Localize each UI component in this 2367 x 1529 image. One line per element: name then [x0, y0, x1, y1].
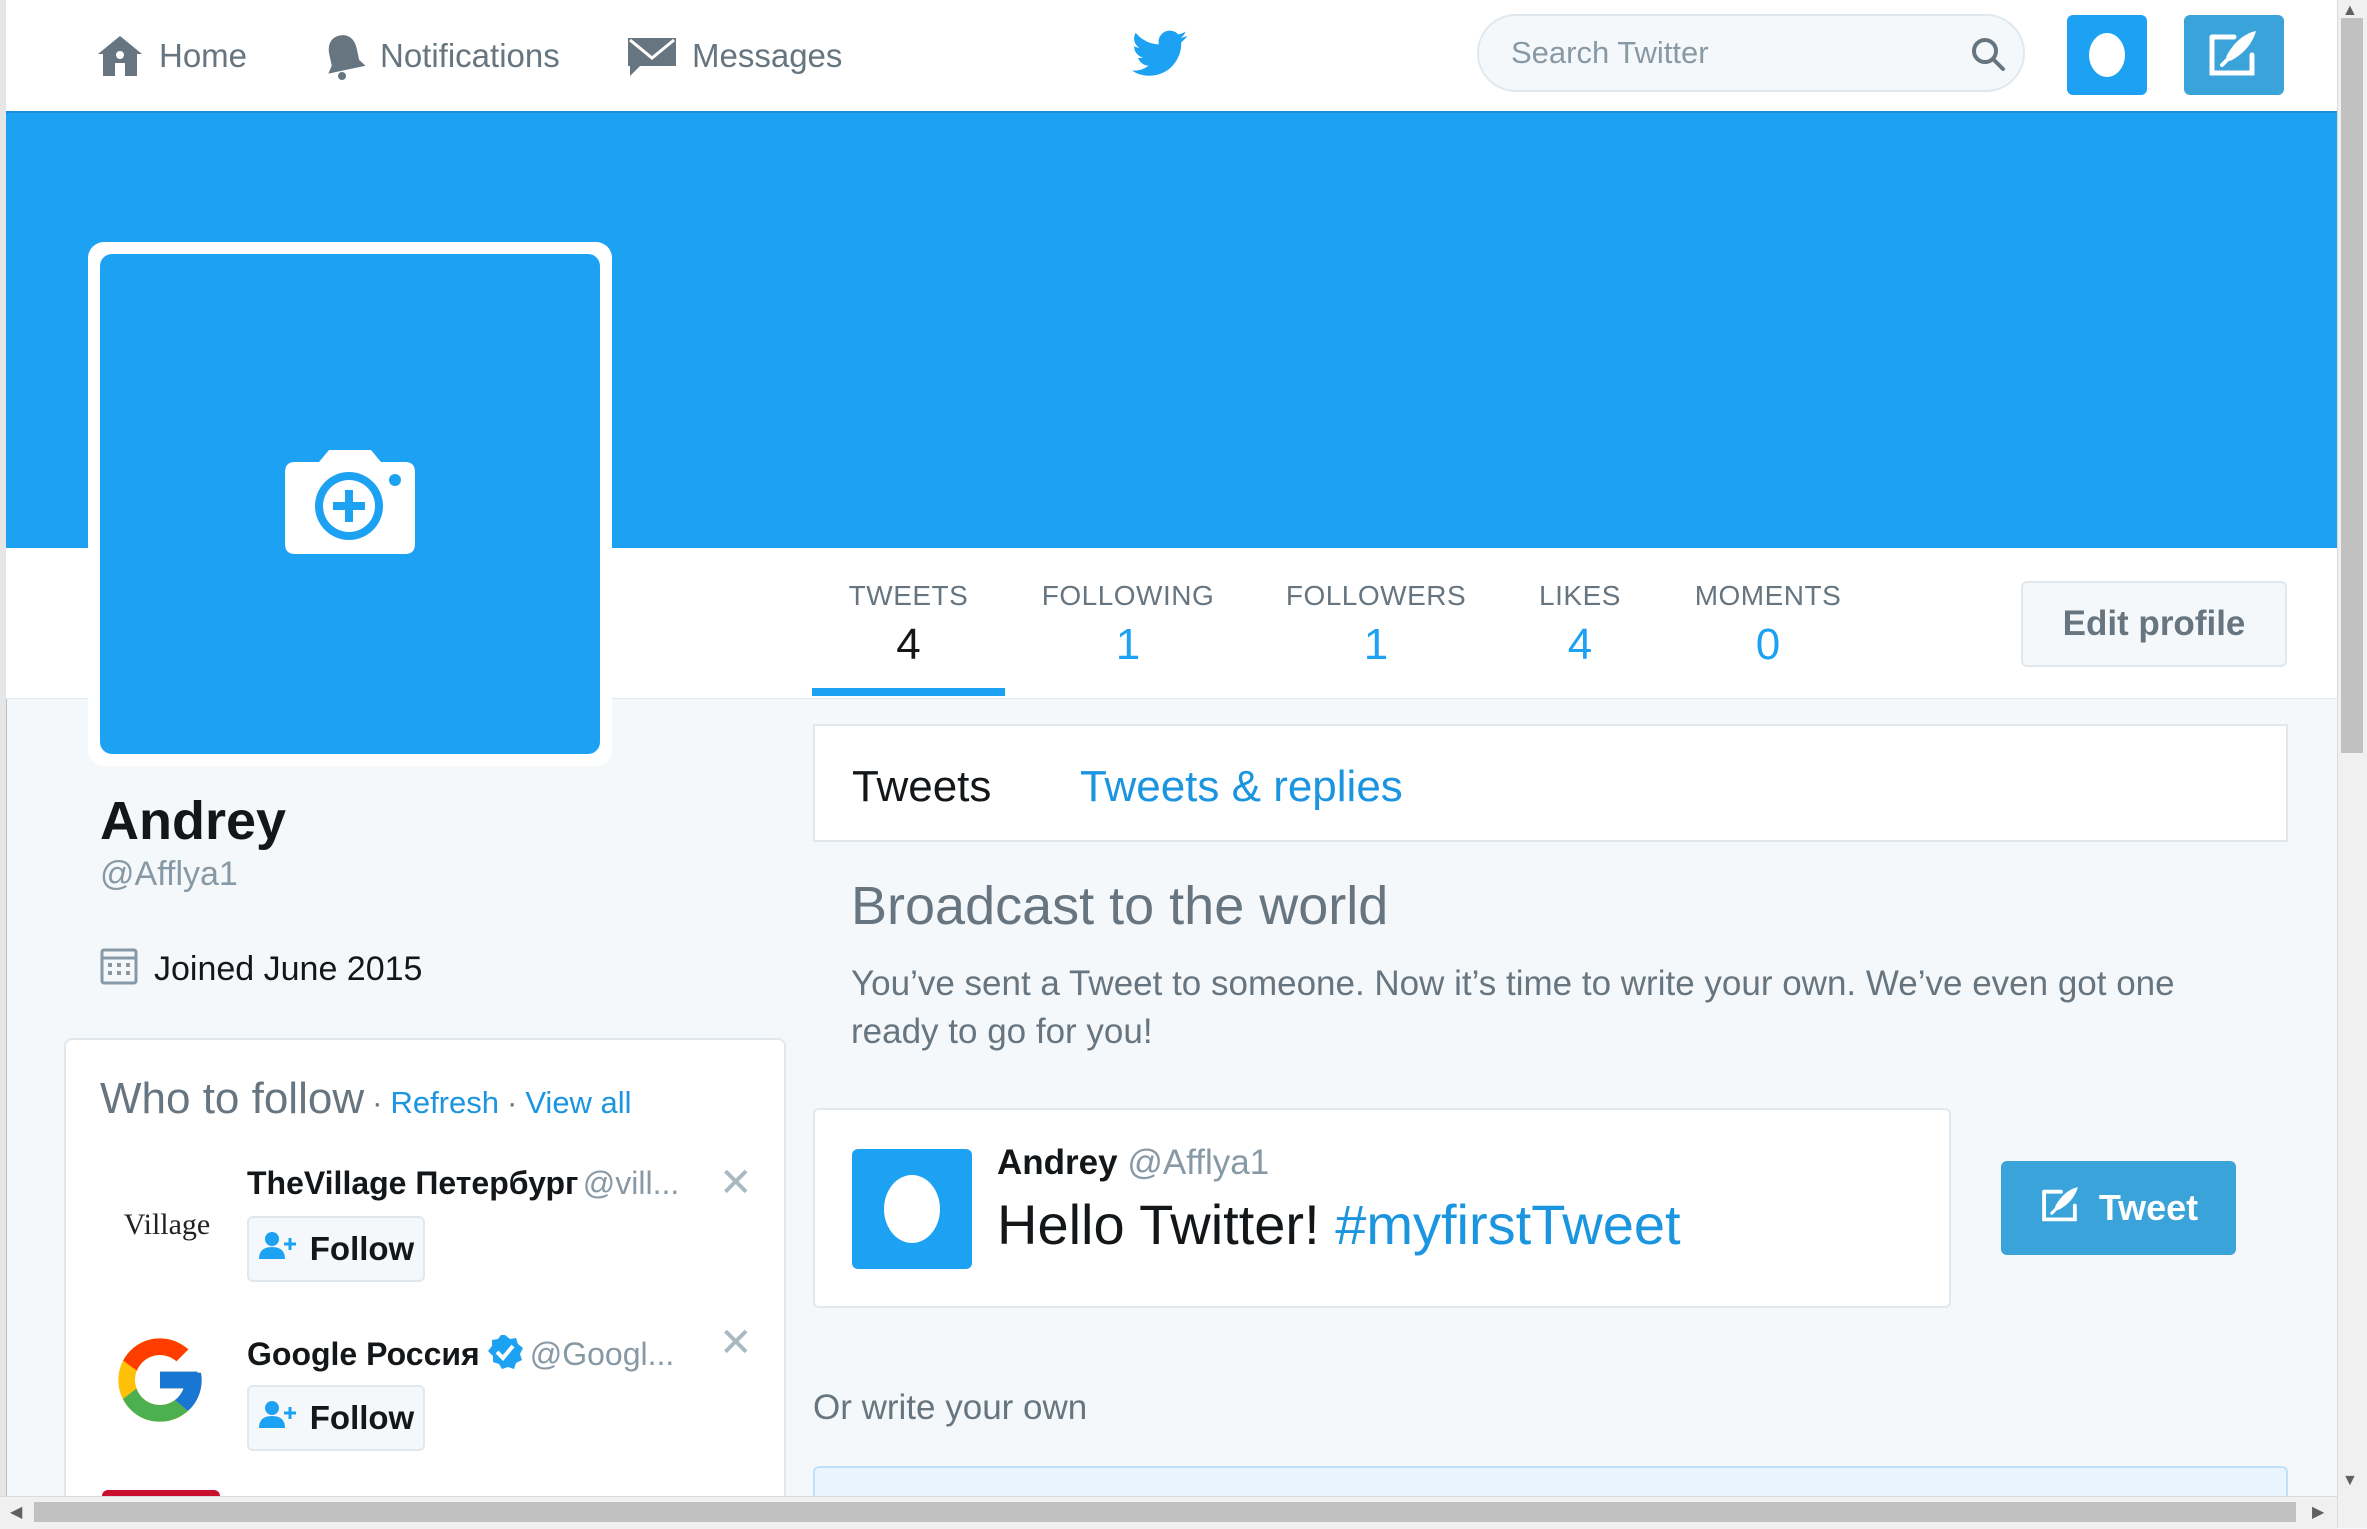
twitter-bird-icon[interactable]	[1132, 30, 1188, 83]
who-to-follow-title: Who to follow	[100, 1074, 365, 1123]
stat-followers[interactable]: FOLLOWERS 1	[1271, 580, 1481, 670]
stat-moments[interactable]: MOMENTS 0	[1688, 580, 1848, 670]
bell-icon	[322, 31, 366, 81]
village-logo-text: Village	[123, 1208, 211, 1241]
tweet-author-name: Andrey	[997, 1143, 1118, 1182]
village-logo[interactable]: Village	[108, 1190, 226, 1260]
timeline-tabs	[813, 724, 2288, 842]
scroll-left-arrow-icon[interactable]: ◀	[10, 1502, 22, 1522]
tweet-text: Hello Twitter! #myfirstTweet	[997, 1192, 1681, 1257]
stat-moments-value: 0	[1755, 620, 1781, 669]
nav-notifications[interactable]: Notifications	[322, 30, 560, 82]
separator-dot: ·	[372, 1085, 383, 1120]
follow-button[interactable]: Follow	[247, 1216, 425, 1282]
egg-avatar-icon	[882, 1169, 942, 1250]
account-handle: @vill...	[582, 1165, 680, 1201]
view-all-link[interactable]: View all	[525, 1085, 631, 1121]
tweet-button[interactable]: Tweet	[2001, 1161, 2236, 1255]
follow-button-label: Follow	[309, 1230, 415, 1267]
google-logo[interactable]	[110, 1330, 210, 1435]
refresh-link[interactable]: Refresh	[390, 1085, 499, 1121]
account-name: TheVillage Петербург	[247, 1165, 579, 1201]
profile-avatar[interactable]	[100, 254, 600, 754]
tweet-author-handle: @Afflya1	[1127, 1143, 1270, 1182]
follow-button-label: Follow	[309, 1399, 415, 1436]
stat-following-value: 1	[1115, 620, 1141, 669]
compose-tweet-icon	[2206, 27, 2262, 84]
tweet-hashtag[interactable]: #myfirstTweet	[1335, 1193, 1680, 1256]
stat-likes[interactable]: LIKES 4	[1520, 580, 1640, 670]
stat-moments-label: MOMENTS	[1694, 580, 1842, 611]
scroll-down-arrow-icon[interactable]: ▼	[2342, 1472, 2358, 1490]
account-handle: @Googl...	[529, 1336, 675, 1372]
stat-tweets-label: TWEETS	[848, 580, 969, 611]
stat-likes-label: LIKES	[1539, 580, 1621, 611]
stat-tweets-value: 4	[896, 620, 921, 669]
tweet-author[interactable]: Andrey @Afflya1	[997, 1143, 1269, 1183]
envelope-icon	[626, 32, 678, 80]
compose-tweet-icon	[2039, 1184, 2083, 1233]
home-icon	[95, 33, 145, 79]
add-photo-camera-icon	[283, 448, 417, 561]
or-write-your-own-label: Or write your own	[813, 1388, 1088, 1427]
broadcast-description: You’ve sent a Tweet to someone. Now it’s…	[851, 964, 2175, 1051]
broadcast-title: Broadcast to the world	[851, 876, 1389, 936]
active-stat-indicator	[812, 688, 1005, 696]
nav-messages[interactable]: Messages	[626, 30, 842, 82]
verified-badge-icon	[486, 1333, 524, 1376]
search-box[interactable]	[1477, 14, 2025, 92]
separator-dot: ·	[506, 1085, 518, 1120]
stat-followers-value: 1	[1363, 620, 1389, 669]
add-user-icon	[258, 1230, 298, 1268]
joined-date-text: Joined June 2015	[154, 950, 423, 988]
horizontal-scrollbar-thumb[interactable]	[34, 1502, 2296, 1522]
stat-tweets[interactable]: TWEETS 4	[812, 580, 1005, 670]
tweet-text-body: Hello Twitter!	[997, 1193, 1336, 1256]
nav-messages-label: Messages	[692, 37, 843, 74]
stat-following-label: FOLLOWING	[1041, 580, 1215, 611]
tab-tweets[interactable]: Tweets	[852, 762, 991, 812]
user-menu-avatar-button[interactable]	[2067, 15, 2147, 95]
stat-following[interactable]: FOLLOWING 1	[1028, 580, 1228, 670]
suggested-account-1[interactable]: TheVillage Петербург @vill...	[247, 1165, 697, 1202]
vertical-scrollbar-thumb[interactable]	[2341, 18, 2363, 753]
nav-home[interactable]: Home	[95, 30, 247, 82]
nav-notifications-label: Notifications	[380, 37, 560, 74]
stat-likes-value: 4	[1567, 620, 1593, 669]
tweet-avatar[interactable]	[852, 1149, 972, 1269]
scroll-right-arrow-icon[interactable]: ▶	[2312, 1502, 2324, 1522]
nav-home-label: Home	[159, 37, 248, 74]
add-user-icon	[258, 1399, 298, 1437]
compose-tweet-button[interactable]	[2184, 15, 2284, 95]
tab-tweets-and-replies[interactable]: Tweets & replies	[1080, 762, 1403, 812]
search-input[interactable]	[1509, 32, 1953, 74]
edit-profile-button[interactable]: Edit profile	[2021, 581, 2287, 667]
tweet-button-label: Tweet	[2098, 1187, 2199, 1228]
joined-date: Joined June 2015	[100, 945, 422, 994]
account-name: Google Россия	[247, 1336, 480, 1372]
suggested-account-2[interactable]: Google Россия @Googl...	[247, 1333, 697, 1376]
dismiss-icon[interactable]: ✕	[719, 1160, 753, 1206]
search-icon[interactable]	[1970, 36, 2006, 77]
profile-name: Andrey	[100, 791, 287, 851]
follow-button[interactable]: Follow	[247, 1385, 425, 1451]
profile-handle[interactable]: @Afflya1	[100, 855, 238, 894]
dismiss-icon[interactable]: ✕	[719, 1320, 753, 1366]
egg-avatar-icon	[2087, 28, 2127, 83]
calendar-icon	[100, 945, 138, 994]
who-to-follow-header: Who to follow · Refresh · View all	[100, 1074, 632, 1124]
stat-followers-label: FOLLOWERS	[1285, 580, 1467, 611]
